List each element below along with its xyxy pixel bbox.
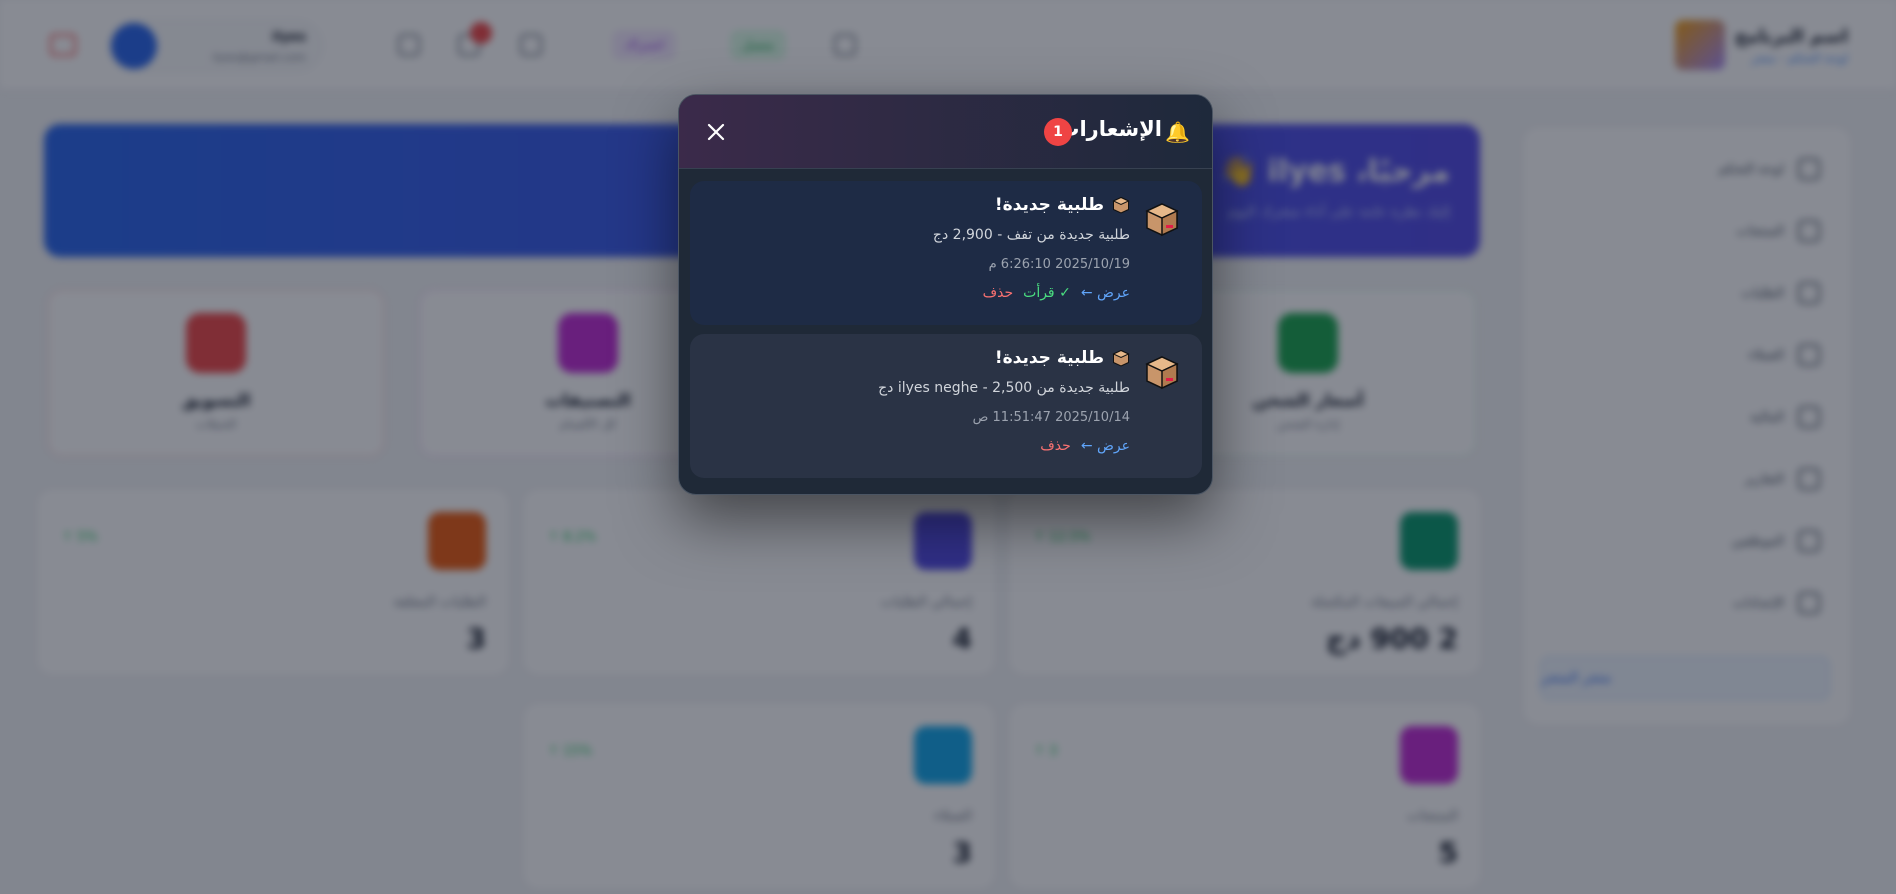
notification-actions: عرض ← ✓ قرأت حذف — [983, 285, 1130, 301]
view-link[interactable]: عرض ← — [1081, 285, 1130, 301]
notification-actions: عرض ← حذف — [1040, 438, 1130, 454]
notification-title: طلبية جديدة! — [995, 195, 1130, 215]
package-icon — [1145, 356, 1179, 390]
notification-body: طلبية جديدة من تفف - 2,900 دج — [932, 227, 1130, 243]
modal-title: الإشعارات — [1058, 117, 1162, 141]
view-link[interactable]: عرض ← — [1081, 438, 1130, 454]
package-icon — [1145, 203, 1179, 237]
close-icon — [707, 123, 725, 141]
unread-count-badge: 1 — [1044, 118, 1072, 146]
close-button[interactable] — [701, 117, 731, 147]
delete-link[interactable]: حذف — [983, 285, 1014, 301]
notifications-modal: 🔔 الإشعارات 1 طلبية جديدة! طلبية جديدة م… — [678, 94, 1213, 495]
mark-read-link[interactable]: ✓ قرأت — [1023, 285, 1071, 301]
bell-icon: 🔔 — [1165, 120, 1190, 144]
notification-body: طلبية جديدة من ilyes neghe - 2,500 دج — [878, 380, 1130, 396]
package-icon — [1112, 196, 1130, 214]
notification-time: 2025/10/19 6:26:10 م — [988, 257, 1130, 272]
notification-title: طلبية جديدة! — [995, 348, 1130, 368]
delete-link[interactable]: حذف — [1040, 438, 1071, 454]
notification-item[interactable]: طلبية جديدة! طلبية جديدة من ilyes neghe … — [690, 334, 1202, 478]
package-icon — [1112, 349, 1130, 367]
notification-time: 2025/10/14 11:51:47 ص — [972, 410, 1130, 425]
notification-item[interactable]: طلبية جديدة! طلبية جديدة من تفف - 2,900 … — [690, 181, 1202, 325]
modal-header: 🔔 الإشعارات 1 — [679, 95, 1212, 169]
